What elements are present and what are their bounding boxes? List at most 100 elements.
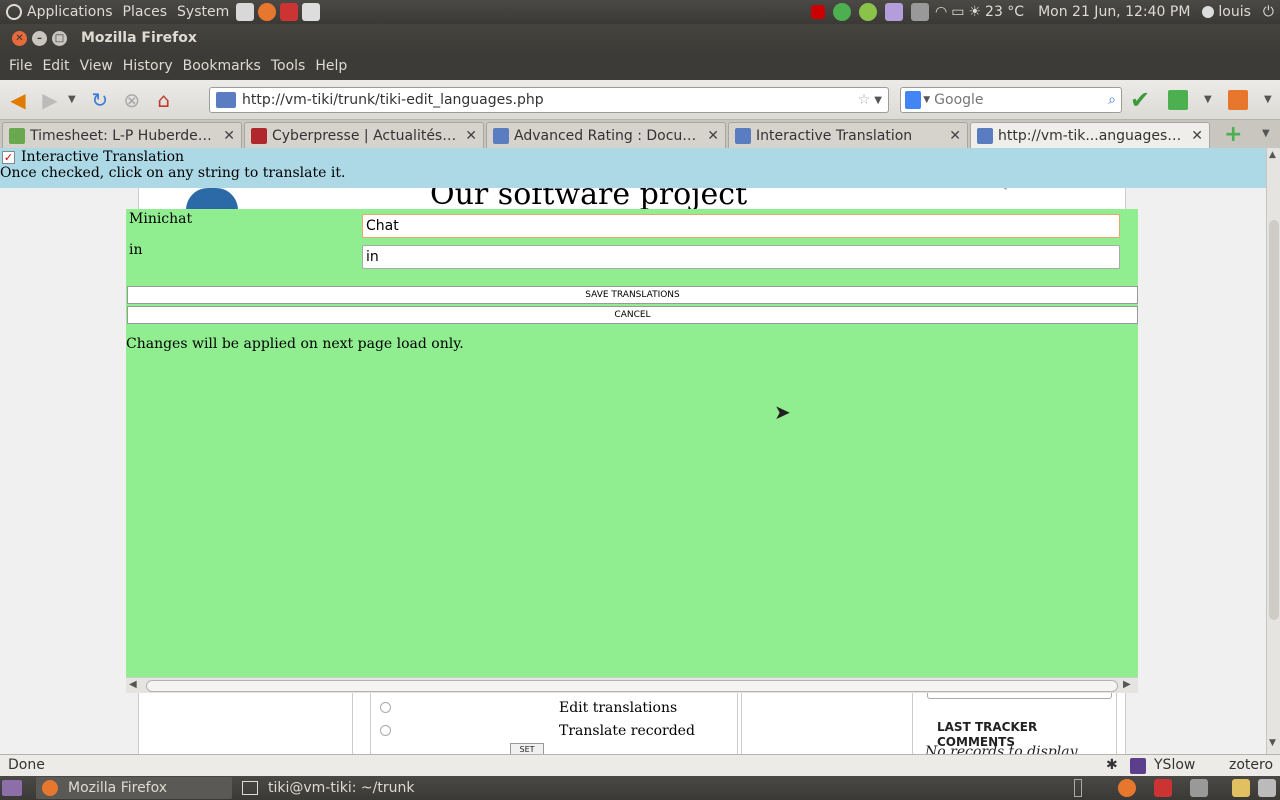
scroll-down-icon[interactable]: ▼ xyxy=(1269,738,1276,748)
addon-layers-icon[interactable] xyxy=(1168,90,1188,110)
applications-menu[interactable]: Applications xyxy=(22,4,118,20)
horizontal-scrollbar[interactable]: ◀ ▶ xyxy=(126,677,1138,693)
taskbar-terminal[interactable]: tiki@vm-tiki: ~/trunk xyxy=(236,777,432,799)
menu-bookmarks[interactable]: Bookmarks xyxy=(178,58,266,74)
save-translations-button[interactable]: SAVE TRANSLATIONS xyxy=(127,286,1138,304)
tab-advanced-rating[interactable]: Advanced Rating : Docum... ✕ xyxy=(486,122,726,148)
gmail-launcher-icon[interactable] xyxy=(280,3,299,21)
close-tab-icon[interactable]: ✕ xyxy=(465,128,477,144)
url-dropdown-icon[interactable]: ▼ xyxy=(874,95,882,106)
temperature[interactable]: 23 °C xyxy=(985,4,1024,20)
tab-timesheet[interactable]: Timesheet: L-P Huberdeau... ✕ xyxy=(2,122,242,148)
tab-list-dropdown-icon[interactable]: ▼ xyxy=(1262,128,1270,139)
battery-icon[interactable]: ▭ xyxy=(951,4,964,20)
tray-firefox-icon[interactable] xyxy=(1118,779,1136,797)
places-menu[interactable]: Places xyxy=(118,4,173,20)
tab-label[interactable]: Advanced Rating : Docum... xyxy=(514,128,699,144)
taskbar-label[interactable]: Mozilla Firefox xyxy=(68,780,167,796)
close-tab-icon[interactable]: ✕ xyxy=(707,128,719,144)
user-status-icon[interactable] xyxy=(1202,6,1215,18)
history-dropdown-icon[interactable]: ▼ xyxy=(68,94,76,105)
system-menu[interactable]: System xyxy=(172,4,234,20)
ubuntu-logo-icon[interactable] xyxy=(6,4,22,20)
search-bar[interactable]: ▼ ⌕ xyxy=(900,87,1122,113)
scrollbar-thumb[interactable] xyxy=(146,680,1118,692)
taskbar-firefox[interactable]: Mozilla Firefox xyxy=(36,777,232,799)
window-titlebar[interactable]: ✕ – □ Mozilla Firefox xyxy=(0,24,1280,52)
show-desktop-icon[interactable] xyxy=(2,780,22,796)
wifi-icon[interactable]: ◠ xyxy=(935,4,947,20)
interactive-translation-label[interactable]: Interactive Translation xyxy=(21,149,184,165)
yslow-label[interactable]: YSlow xyxy=(1154,757,1195,773)
url-text[interactable]: http://vm-tiki/trunk/tiki-edit_languages… xyxy=(242,92,858,108)
url-bar[interactable]: http://vm-tiki/trunk/tiki-edit_languages… xyxy=(209,87,889,113)
search-icon[interactable]: ⌕ xyxy=(1108,92,1116,108)
bookmark-star-icon[interactable]: ☆ xyxy=(858,92,871,108)
vertical-scrollbar[interactable]: ▲ ▼ xyxy=(1266,148,1280,754)
edit-translations-radio[interactable] xyxy=(380,702,391,713)
menu-view[interactable]: View xyxy=(75,58,118,74)
new-tab-icon[interactable]: + xyxy=(1224,122,1242,147)
power-icon[interactable]: ⏻ xyxy=(1263,4,1274,20)
tab-label[interactable]: Interactive Translation xyxy=(756,128,941,144)
star-icon[interactable] xyxy=(885,3,904,21)
translate-recorded-radio[interactable] xyxy=(380,725,391,736)
scroll-right-icon[interactable]: ▶ xyxy=(1123,679,1131,690)
tab-edit-languages[interactable]: http://vm-tik...anguages.php ✕ xyxy=(970,122,1210,148)
scroll-up-icon[interactable]: ▲ xyxy=(1269,150,1276,160)
spellcheck-icon[interactable]: ✔ xyxy=(1130,86,1150,114)
tab-label[interactable]: Timesheet: L-P Huberdeau... xyxy=(30,128,215,144)
search-engine-icon[interactable] xyxy=(905,91,922,109)
translation-input[interactable] xyxy=(362,214,1120,238)
tab-label[interactable]: Cyberpresse | Actualités, ... xyxy=(272,128,457,144)
firebug-icon[interactable]: ✱ xyxy=(1106,757,1118,773)
scroll-left-icon[interactable]: ◀ xyxy=(129,679,137,690)
home-icon[interactable]: ⌂ xyxy=(150,86,178,114)
menu-file[interactable]: File xyxy=(4,58,37,74)
stop-icon[interactable]: ⊗ xyxy=(118,86,146,114)
translation-input[interactable] xyxy=(362,245,1120,269)
tray-rss-icon[interactable] xyxy=(1190,779,1208,797)
menu-edit[interactable]: Edit xyxy=(37,58,74,74)
scrollbar-thumb[interactable] xyxy=(1269,220,1279,620)
tray-notes-icon[interactable] xyxy=(1232,779,1250,797)
menu-help[interactable]: Help xyxy=(310,58,352,74)
set-button[interactable]: SET xyxy=(510,743,544,754)
display-icon[interactable] xyxy=(911,3,930,21)
site-identity-icon[interactable] xyxy=(216,92,236,108)
yslow-icon[interactable] xyxy=(1130,758,1146,774)
addon-dropdown-icon[interactable]: ▼ xyxy=(1204,94,1212,105)
forward-icon[interactable]: ▶ xyxy=(36,86,64,114)
back-icon[interactable]: ◀ xyxy=(4,86,32,114)
interactive-translation-checkbox[interactable]: ✓ xyxy=(2,150,15,164)
close-tab-icon[interactable]: ✕ xyxy=(1191,128,1203,144)
search-input[interactable] xyxy=(934,92,1109,108)
weather-icon[interactable]: ☀ xyxy=(968,4,981,20)
reload-icon[interactable]: ↻ xyxy=(86,86,114,114)
notes-launcher-icon[interactable] xyxy=(302,3,321,21)
close-window-button[interactable]: ✕ xyxy=(12,30,27,46)
tab-interactive-translation[interactable]: Interactive Translation ✕ xyxy=(728,122,968,148)
maximize-window-button[interactable]: □ xyxy=(52,30,67,46)
close-tab-icon[interactable]: ✕ xyxy=(223,128,235,144)
chat-icon[interactable] xyxy=(859,3,878,21)
taskbar-label[interactable]: tiki@vm-tiki: ~/trunk xyxy=(268,780,414,796)
zotero-label[interactable]: zotero xyxy=(1229,757,1273,773)
close-tab-icon[interactable]: ✕ xyxy=(949,128,961,144)
addon2-dropdown-icon[interactable]: ▼ xyxy=(1264,94,1272,105)
user-name[interactable]: louis xyxy=(1218,4,1251,20)
menu-history[interactable]: History xyxy=(118,58,178,74)
tab-label[interactable]: http://vm-tik...anguages.php xyxy=(998,128,1183,144)
search-engine-dropdown-icon[interactable]: ▼ xyxy=(923,95,930,105)
mail-launcher-icon[interactable] xyxy=(236,3,255,21)
addon-stack-icon[interactable] xyxy=(1228,90,1248,110)
cancel-button[interactable]: CANCEL xyxy=(127,306,1138,324)
workspace-switcher[interactable] xyxy=(1074,779,1082,797)
minimize-window-button[interactable]: – xyxy=(32,30,47,46)
trash-icon[interactable] xyxy=(1258,779,1276,797)
update-check-icon[interactable] xyxy=(833,3,852,21)
menu-tools[interactable]: Tools xyxy=(266,58,311,74)
firefox-launcher-icon[interactable] xyxy=(258,3,277,21)
tab-cyberpresse[interactable]: Cyberpresse | Actualités, ... ✕ xyxy=(244,122,484,148)
warning-icon[interactable] xyxy=(811,5,826,19)
